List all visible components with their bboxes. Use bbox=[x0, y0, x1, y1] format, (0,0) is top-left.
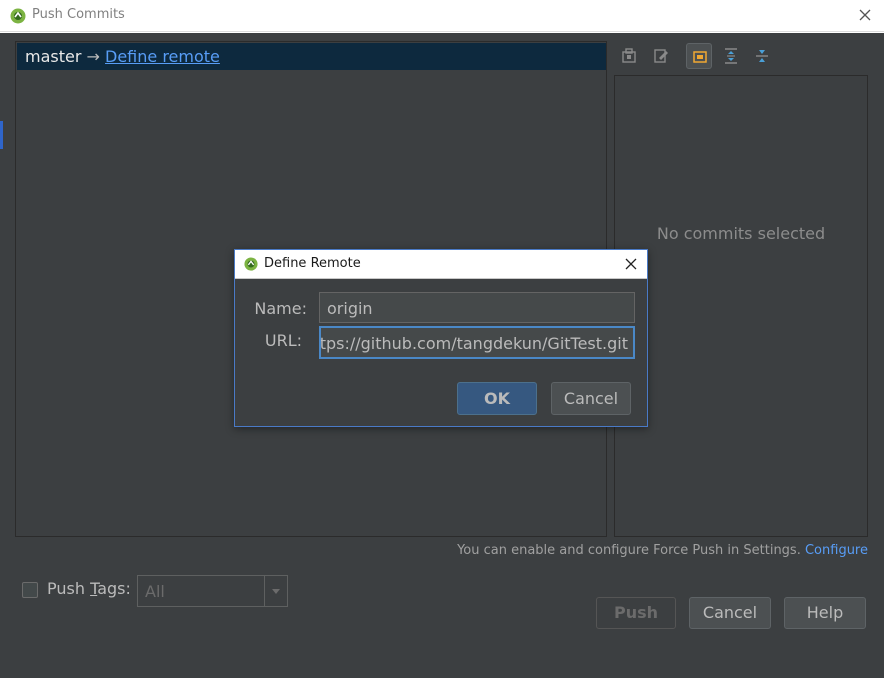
remote-url-value: https://github.com/tangdekun/GitTest.git bbox=[319, 334, 628, 353]
push-tags-label-part2: ags: bbox=[97, 579, 131, 598]
group-by-button[interactable] bbox=[686, 43, 712, 69]
edit-icon bbox=[654, 49, 668, 63]
android-studio-icon bbox=[244, 257, 258, 271]
push-tags-checkbox[interactable] bbox=[22, 582, 38, 598]
push-tags-label: Push Tags: bbox=[47, 579, 131, 598]
dialog-cancel-button[interactable]: Cancel bbox=[551, 382, 631, 415]
push-button[interactable]: Push bbox=[596, 597, 676, 629]
branch-arrow: → bbox=[86, 47, 100, 66]
android-studio-icon bbox=[10, 8, 26, 24]
expand-all-button[interactable] bbox=[718, 43, 744, 69]
window-titlebar: Push Commits bbox=[0, 0, 884, 32]
no-commits-text: No commits selected bbox=[656, 224, 826, 243]
configure-link[interactable]: Configure bbox=[805, 543, 868, 558]
window-close-icon[interactable] bbox=[856, 6, 874, 24]
branch-label: master → Define remote bbox=[25, 47, 220, 66]
url-label: URL: bbox=[264, 331, 302, 350]
push-tags-dropdown-value: All bbox=[145, 582, 165, 601]
help-button[interactable]: Help bbox=[784, 597, 866, 629]
dialog-close-icon[interactable] bbox=[622, 255, 640, 273]
cancel-button[interactable]: Cancel bbox=[689, 597, 771, 629]
branch-name: master bbox=[25, 47, 82, 66]
force-push-hint: You can enable and configure Force Push … bbox=[457, 543, 868, 558]
name-label: Name: bbox=[254, 299, 307, 318]
left-edge-accent bbox=[0, 121, 3, 149]
define-remote-link[interactable]: Define remote bbox=[105, 47, 220, 66]
define-remote-dialog: Define Remote Name: origin URL: https://… bbox=[234, 249, 648, 427]
dialog-title: Define Remote bbox=[264, 256, 361, 271]
push-tags-label-part1: Push bbox=[47, 579, 91, 598]
collapse-all-button[interactable] bbox=[749, 43, 775, 69]
expand-all-icon bbox=[725, 48, 737, 64]
details-toolbar bbox=[614, 41, 868, 71]
edit-button[interactable] bbox=[648, 43, 674, 69]
window-title: Push Commits bbox=[32, 7, 125, 22]
remote-name-field[interactable]: origin bbox=[319, 292, 635, 323]
show-repo-button[interactable] bbox=[616, 43, 642, 69]
commit-details-panel: No commits selected bbox=[614, 75, 868, 537]
push-tags-dropdown[interactable]: All bbox=[137, 575, 288, 607]
collapse-all-icon bbox=[756, 50, 768, 62]
dialog-titlebar: Define Remote bbox=[235, 250, 647, 279]
remote-url-field[interactable]: https://github.com/tangdekun/GitTest.git bbox=[319, 326, 635, 359]
chevron-down-icon bbox=[264, 576, 287, 606]
tree-row-branch[interactable]: master → Define remote bbox=[17, 43, 606, 70]
group-icon bbox=[693, 51, 707, 63]
show-repo-icon bbox=[622, 48, 636, 63]
ok-button[interactable]: OK bbox=[457, 382, 537, 415]
force-push-text: You can enable and configure Force Push … bbox=[457, 543, 801, 558]
